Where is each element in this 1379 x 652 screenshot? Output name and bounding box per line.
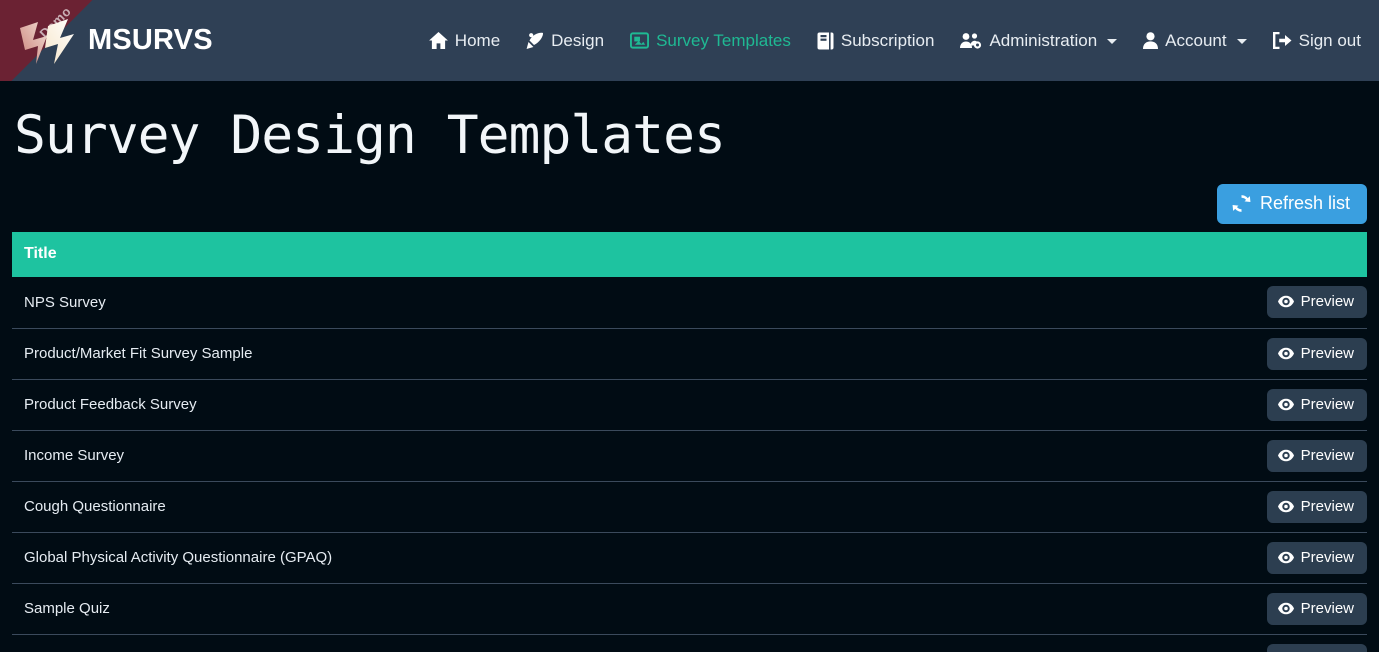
preview-button[interactable]: Preview	[1266, 490, 1367, 523]
preview-button[interactable]: Preview	[1266, 592, 1367, 625]
cell-actions: Preview	[689, 480, 1367, 532]
table-head: Title	[12, 232, 1367, 277]
survey-templates-table: Title NPS Survey Preview Product/Market Fi…	[12, 232, 1367, 652]
table-row[interactable]: Cough Questionnaire Preview	[12, 480, 1367, 532]
table-row[interactable]: Global Physical Activity Questionnaire (…	[12, 531, 1367, 583]
main-content: Survey Design Templates Refresh list Tit…	[0, 81, 1379, 652]
preview-button-label: Preview	[1300, 599, 1354, 617]
preview-button-label: Preview	[1300, 293, 1354, 311]
preview-button[interactable]: Preview	[1266, 643, 1367, 652]
preview-button-label: Preview	[1300, 497, 1354, 515]
cell-actions: Preview	[689, 327, 1367, 379]
home-icon	[428, 32, 448, 49]
lightning-m-logo-icon	[16, 14, 78, 68]
cell-actions: Preview	[689, 531, 1367, 583]
brand-name: MSURVS	[88, 24, 213, 56]
table-row[interactable]: Sample Quiz Preview	[12, 582, 1367, 634]
cell-title: Income Survey	[12, 429, 690, 481]
nav-item-subscription-label: Subscription	[840, 30, 935, 50]
toolbar: Refresh list	[12, 162, 1367, 232]
refresh-list-button[interactable]: Refresh list	[1216, 184, 1367, 224]
sign-out-icon	[1272, 32, 1292, 49]
preview-button[interactable]: Preview	[1266, 439, 1367, 472]
nav-item-design-label: Design	[551, 30, 605, 50]
table-row[interactable]: Product Feedback Survey Preview	[12, 378, 1367, 430]
cell-title: NPS Survey	[12, 277, 690, 328]
table-header-row: Title	[12, 232, 1367, 277]
eye-icon	[1277, 449, 1294, 462]
cell-title: Product Feedback Survey	[12, 378, 690, 430]
cell-actions: Preview	[689, 378, 1367, 430]
nav-item-survey-templates[interactable]: Survey Templates	[630, 31, 791, 51]
nav-item-survey-templates-label: Survey Templates	[656, 30, 791, 50]
cell-actions: Preview	[689, 633, 1367, 652]
nav-item-sign-out-label: Sign out	[1298, 30, 1361, 50]
column-header-title[interactable]: Title	[12, 232, 690, 277]
nav-item-administration-label: Administration	[989, 30, 1098, 50]
nav-item-subscription[interactable]: Subscription	[817, 30, 935, 51]
table-body: NPS Survey Preview Product/Market Fit Surv…	[12, 277, 1367, 652]
cell-actions: Preview	[689, 429, 1367, 481]
cell-actions: Preview	[689, 277, 1367, 328]
users-cog-icon	[960, 32, 982, 49]
cell-title	[12, 633, 690, 652]
table-row[interactable]: Income Survey Preview	[12, 429, 1367, 481]
refresh-list-label: Refresh list	[1259, 193, 1350, 213]
cell-title: Sample Quiz	[12, 582, 690, 634]
cell-title: Cough Questionnaire	[12, 480, 690, 532]
nav-item-account[interactable]: Account	[1143, 30, 1247, 51]
eye-icon	[1277, 551, 1294, 564]
table-row[interactable]: Product/Market Fit Survey Sample Preview	[12, 327, 1367, 379]
nav-item-design[interactable]: Design	[526, 31, 604, 51]
primary-nav: Home Design Survey Templates Subscriptio…	[428, 30, 1361, 51]
nav-item-account-label: Account	[1165, 30, 1227, 50]
image-template-icon	[630, 31, 650, 50]
preview-button-label: Preview	[1300, 548, 1354, 566]
sync-icon	[1232, 194, 1251, 213]
nav-item-sign-out[interactable]: Sign out	[1272, 30, 1361, 51]
column-header-actions	[689, 232, 1367, 277]
preview-button[interactable]: Preview	[1266, 286, 1367, 319]
eye-icon	[1277, 500, 1294, 513]
cell-actions: Preview	[689, 582, 1367, 634]
page-title: Survey Design Templates	[14, 105, 726, 166]
table-row[interactable]: Preview	[12, 633, 1367, 652]
preview-button[interactable]: Preview	[1266, 388, 1367, 421]
eye-icon	[1277, 347, 1294, 360]
eye-icon	[1277, 398, 1294, 411]
brand-logo-link[interactable]: MSURVS	[0, 14, 213, 68]
eye-icon	[1277, 295, 1294, 308]
preview-button[interactable]: Preview	[1266, 541, 1367, 574]
top-navbar: Demo MSURVS Home Design Survey Templates…	[0, 0, 1379, 81]
cell-title: Product/Market Fit Survey Sample	[12, 327, 690, 379]
book-icon	[817, 32, 834, 50]
nav-item-administration[interactable]: Administration	[960, 30, 1118, 51]
preview-button-label: Preview	[1300, 446, 1354, 464]
nav-item-home[interactable]: Home	[428, 30, 501, 51]
chevron-down-icon	[1236, 39, 1247, 44]
preview-button[interactable]: Preview	[1266, 337, 1367, 370]
table-row[interactable]: NPS Survey Preview	[12, 277, 1367, 328]
cell-title: Global Physical Activity Questionnaire (…	[12, 531, 690, 583]
pen-nib-icon	[526, 32, 544, 50]
chevron-down-icon	[1107, 39, 1118, 44]
user-icon	[1143, 32, 1159, 49]
preview-button-label: Preview	[1300, 395, 1354, 413]
preview-button-label: Preview	[1300, 344, 1354, 362]
eye-icon	[1277, 602, 1294, 615]
nav-item-home-label: Home	[454, 30, 501, 50]
